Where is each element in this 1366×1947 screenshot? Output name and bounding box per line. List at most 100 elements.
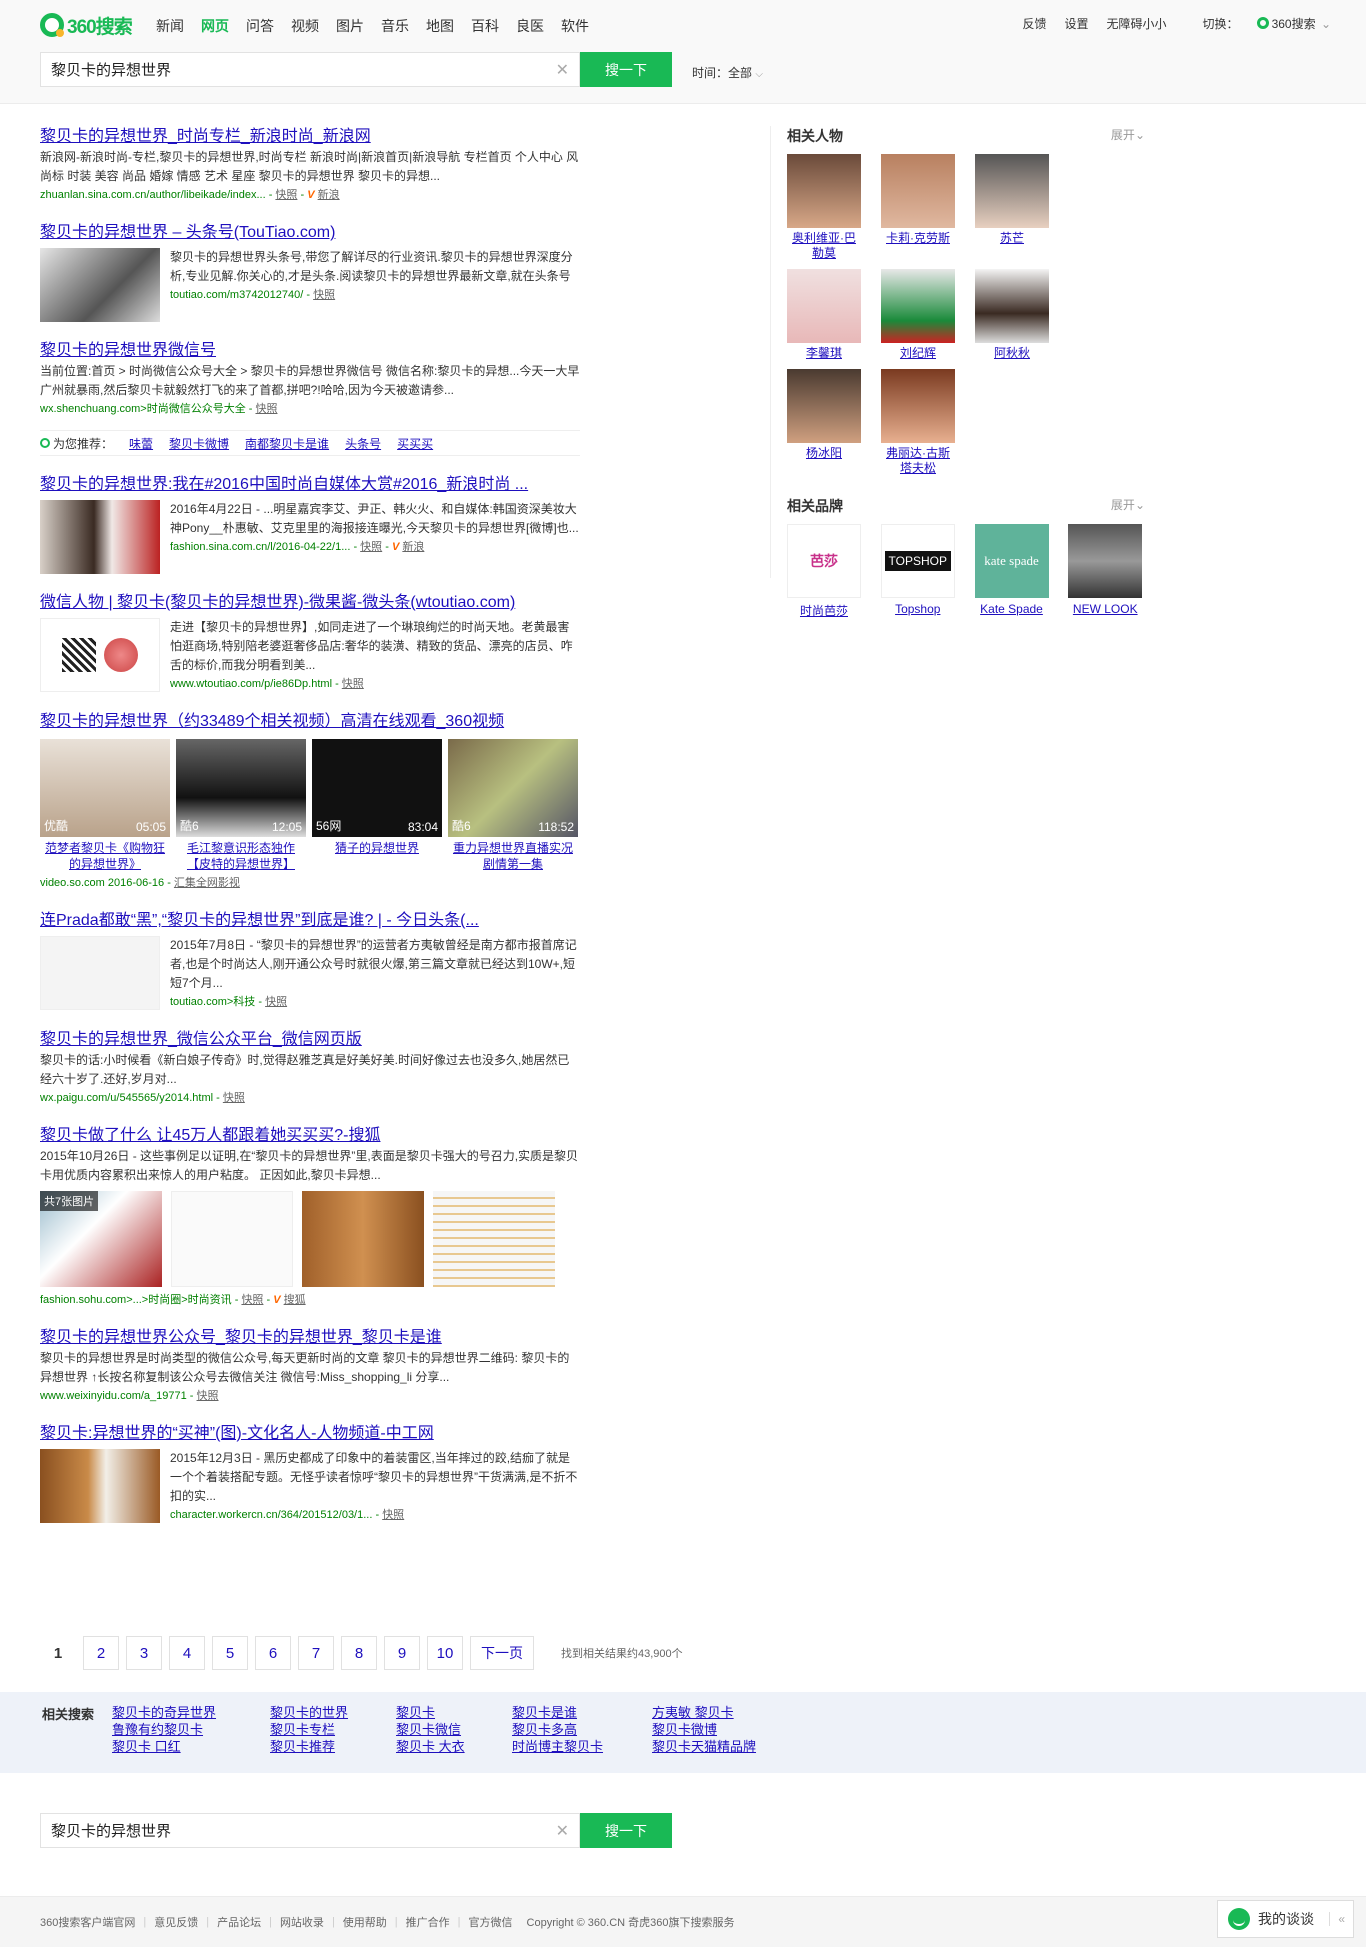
search-button[interactable]: 搜一下 [580, 52, 672, 87]
result-title[interactable]: 黎贝卡的异想世界:我在#2016中国时尚自媒体大赏#2016_新浪时尚 ... [40, 474, 580, 496]
recommend-item[interactable]: 头条号 [345, 435, 381, 452]
person-card[interactable]: 弗丽达·古斯塔夫松 [881, 369, 975, 476]
result-title[interactable]: 黎贝卡的异想世界_时尚专栏_新浪时尚_新浪网 [40, 126, 580, 148]
video-caption[interactable]: 毛江黎意识形态独作【皮特的异想世界】 [176, 840, 306, 872]
feedback-link[interactable]: 反馈 [1023, 15, 1047, 32]
nav-tab[interactable]: 百科 [471, 16, 499, 36]
footer-link[interactable]: 官方微信 [469, 1914, 513, 1930]
snapshot-link[interactable]: 快照 [342, 678, 364, 690]
site-link[interactable]: 搜狐 [284, 1294, 306, 1306]
nav-tab[interactable]: 图片 [336, 16, 364, 36]
person-name[interactable]: 李馨琪 [787, 346, 861, 361]
result-title[interactable]: 黎贝卡做了什么 让45万人都跟着她买买买?-搜狐 [40, 1125, 580, 1147]
result-thumbnail[interactable] [40, 618, 160, 692]
search-input[interactable]: 黎贝卡的异想世界 ✕ [40, 1813, 580, 1848]
aggregate-link[interactable]: 汇集全网影视 [174, 877, 240, 889]
search-button[interactable]: 搜一下 [580, 1813, 672, 1848]
result-title[interactable]: 黎贝卡的异想世界 – 头条号(TouTiao.com) [40, 222, 580, 244]
snapshot-link[interactable]: 快照 [265, 996, 287, 1008]
person-name[interactable]: 奥利维亚·巴勒莫 [787, 231, 861, 261]
person-name[interactable]: 苏芒 [975, 231, 1049, 246]
video-caption[interactable]: 范梦者黎贝卡《购物狂的异想世界》 [40, 840, 170, 872]
person-card[interactable]: 刘纪辉 [881, 269, 975, 361]
page-link[interactable]: 1 [40, 1636, 76, 1670]
footer-link[interactable]: 意见反馈 [154, 1914, 198, 1930]
video-caption[interactable]: 猜子的异想世界 [312, 840, 442, 856]
page-link[interactable]: 5 [212, 1636, 248, 1670]
video-card[interactable]: 56网 83:04 猜子的异想世界 [312, 739, 442, 872]
url-text[interactable]: www.wtoutiao.com/p/ie86Dp.html [170, 678, 332, 690]
nav-tab[interactable]: 软件 [561, 16, 589, 36]
site-link[interactable]: 新浪 [318, 189, 340, 201]
footer-link[interactable]: 网站收录 [280, 1914, 324, 1930]
person-card[interactable]: 杨冰阳 [787, 369, 881, 476]
video-card[interactable]: 优酷 05:05 范梦者黎贝卡《购物狂的异想世界》 [40, 739, 170, 872]
expand-toggle[interactable]: 展开⌄ [1111, 496, 1145, 516]
snapshot-link[interactable]: 快照 [255, 403, 277, 415]
page-link[interactable]: 6 [255, 1636, 291, 1670]
page-link[interactable]: 8 [341, 1636, 377, 1670]
360-logo[interactable]: 360搜索 [40, 12, 133, 38]
nav-tab[interactable]: 网页 [201, 16, 229, 36]
result-title[interactable]: 黎贝卡的异想世界微信号 [40, 340, 580, 362]
nav-tab[interactable]: 问答 [246, 16, 274, 36]
gallery-image[interactable] [171, 1191, 293, 1287]
brand-name[interactable]: NEW LOOK [1068, 602, 1142, 616]
url-text[interactable]: wx.shenchuang.com>时尚微信公众号大全 [40, 403, 246, 415]
gallery-image[interactable] [433, 1191, 555, 1287]
collapse-icon[interactable]: « [1329, 1912, 1345, 1926]
footer-link[interactable]: 产品论坛 [217, 1914, 261, 1930]
video-caption[interactable]: 重力异想世界直播实况剧情第一集 [448, 840, 578, 872]
result-thumbnail[interactable] [40, 936, 160, 1010]
barrier-free-link[interactable]: 无障碍小小 [1107, 15, 1167, 32]
snapshot-link[interactable]: 快照 [275, 189, 297, 201]
url-text[interactable]: video.so.com 2016-06-16 [40, 877, 164, 889]
video-card[interactable]: 酷6 118:52 重力异想世界直播实况剧情第一集 [448, 739, 578, 872]
recommend-item[interactable]: 黎贝卡微博 [169, 435, 229, 452]
person-card[interactable]: 卡莉·克劳斯 [881, 154, 975, 261]
brand-name[interactable]: Kate Spade [975, 602, 1049, 616]
page-link[interactable]: 3 [126, 1636, 162, 1670]
nav-tab[interactable]: 良医 [516, 16, 544, 36]
url-text[interactable]: zhuanlan.sina.com.cn/author/libeikade/in… [40, 189, 266, 201]
brand-card[interactable]: 芭莎 时尚芭莎 [787, 524, 881, 619]
gallery-image[interactable] [302, 1191, 424, 1287]
related-search-link[interactable]: 时尚博主黎贝卡 [512, 1736, 603, 1755]
person-name[interactable]: 弗丽达·古斯塔夫松 [881, 446, 955, 476]
related-search-link[interactable]: 黎贝卡 口红 [112, 1736, 181, 1755]
result-thumbnail[interactable] [40, 500, 160, 574]
recommend-item[interactable]: 南都黎贝卡是谁 [245, 435, 329, 452]
snapshot-link[interactable]: 快照 [241, 1294, 263, 1306]
person-card[interactable]: 奥利维亚·巴勒莫 [787, 154, 881, 261]
snapshot-link[interactable]: 快照 [223, 1092, 245, 1104]
result-thumbnail[interactable] [40, 248, 160, 322]
page-link[interactable]: 4 [169, 1636, 205, 1670]
url-text[interactable]: toutiao.com/m3742012740/ [170, 289, 303, 301]
clear-icon[interactable]: ✕ [556, 60, 569, 80]
brand-card[interactable]: NEW LOOK [1068, 524, 1162, 619]
brand-card[interactable]: TOPSHOP Topshop [880, 524, 975, 619]
person-name[interactable]: 杨冰阳 [787, 446, 861, 461]
next-page-button[interactable]: 下一页 [470, 1636, 534, 1670]
result-thumbnail[interactable] [40, 1449, 160, 1523]
my-talk-widget[interactable]: 我的谈谈 « [1217, 1900, 1354, 1938]
video-card[interactable]: 酷6 12:05 毛江黎意识形态独作【皮特的异想世界】 [176, 739, 306, 872]
snapshot-link[interactable]: 快照 [313, 289, 335, 301]
person-name[interactable]: 刘纪辉 [881, 346, 955, 361]
page-link[interactable]: 10 [427, 1636, 463, 1670]
url-text[interactable]: wx.paigu.com/u/545565/y2014.html [40, 1092, 213, 1104]
expand-toggle[interactable]: 展开⌄ [1111, 126, 1145, 146]
page-link[interactable]: 7 [298, 1636, 334, 1670]
url-text[interactable]: fashion.sohu.com>...>时尚圈>时尚资讯 [40, 1294, 232, 1306]
clear-icon[interactable]: ✕ [556, 1821, 569, 1841]
search-input[interactable]: 黎贝卡的异想世界 ✕ [40, 52, 580, 87]
brand-card[interactable]: kate spade Kate Spade [974, 524, 1069, 619]
person-card[interactable]: 苏芒 [975, 154, 1069, 261]
brand-name[interactable]: 时尚芭莎 [787, 602, 861, 619]
result-title[interactable]: 连Prada都敢“黑”,“黎贝卡的异想世界”到底是谁? | - 今日头条(... [40, 910, 580, 932]
nav-tab[interactable]: 音乐 [381, 16, 409, 36]
site-link[interactable]: 新浪 [402, 541, 424, 553]
result-title[interactable]: 黎贝卡的异想世界公众号_黎贝卡的异想世界_黎贝卡是谁 [40, 1327, 580, 1349]
settings-link[interactable]: 设置 [1065, 15, 1089, 32]
url-text[interactable]: www.weixinyidu.com/a_19771 [40, 1390, 187, 1402]
